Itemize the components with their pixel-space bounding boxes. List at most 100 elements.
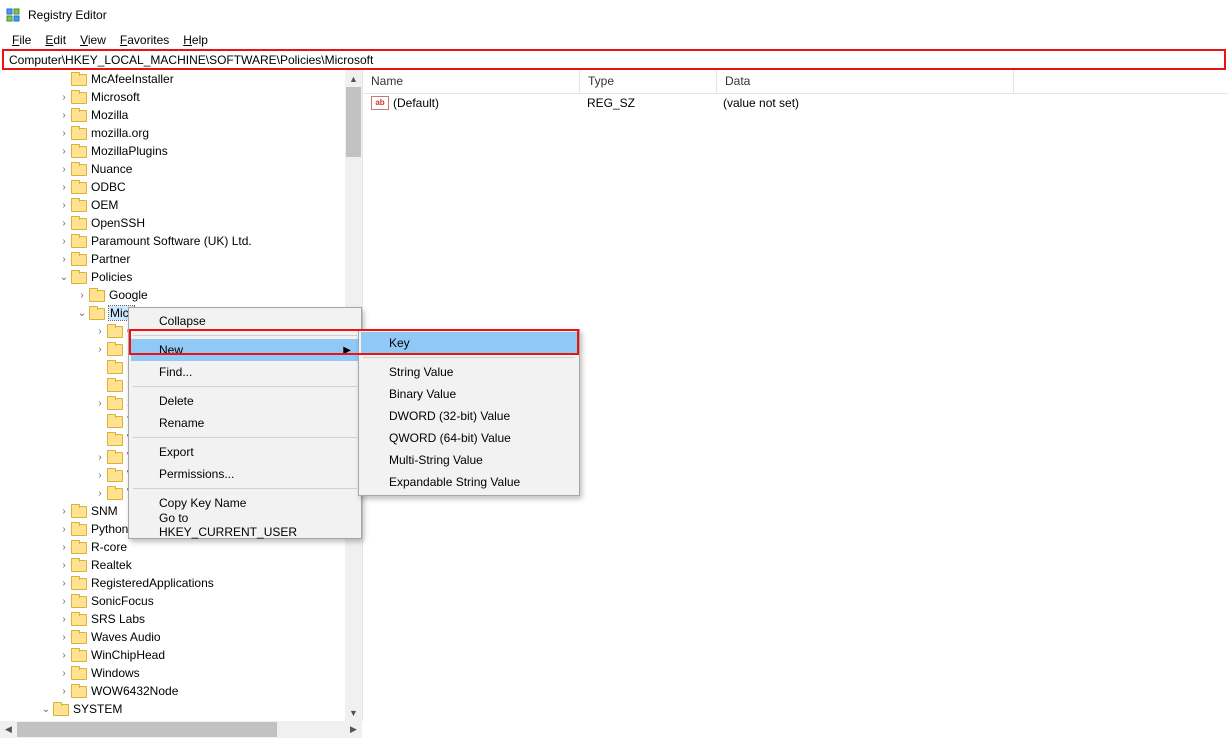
ctx-collapse[interactable]: Collapse xyxy=(131,310,359,332)
regedit-icon xyxy=(6,7,22,23)
menu-file[interactable]: File xyxy=(6,32,37,48)
tree-item-label: WinChipHead xyxy=(91,648,165,662)
chevron-right-icon[interactable]: › xyxy=(57,92,71,103)
ctx-new-dword[interactable]: DWORD (32-bit) Value xyxy=(361,405,577,427)
tree-item[interactable]: ›Partner xyxy=(0,250,345,268)
tree-item[interactable]: ›WOW6432Node xyxy=(0,682,345,700)
tree-item[interactable]: ›SonicFocus xyxy=(0,592,345,610)
column-data[interactable]: Data xyxy=(717,70,1014,93)
folder-icon xyxy=(71,90,87,104)
tree-item[interactable]: › WinChipHead xyxy=(0,646,345,664)
address-input[interactable] xyxy=(7,52,1221,68)
tree-item[interactable]: ›OpenSSH xyxy=(0,214,345,232)
tree-item[interactable]: › Waves Audio xyxy=(0,628,345,646)
chevron-right-icon[interactable]: › xyxy=(93,326,107,337)
tree-hscroll[interactable]: ◀ ▶ xyxy=(0,721,362,738)
scroll-thumb[interactable] xyxy=(346,87,361,157)
chevron-right-icon[interactable]: › xyxy=(57,578,71,589)
ctx-new-qword[interactable]: QWORD (64-bit) Value xyxy=(361,427,577,449)
chevron-right-icon[interactable]: › xyxy=(57,506,71,517)
tree-item[interactable]: ⌄SYSTEM xyxy=(0,700,345,718)
tree-item[interactable]: ›Windows xyxy=(0,664,345,682)
chevron-right-icon[interactable]: › xyxy=(57,632,71,643)
tree-item[interactable]: ›Mozilla xyxy=(0,106,345,124)
ctx-new-key[interactable]: Key xyxy=(361,332,577,354)
menu-edit[interactable]: Edit xyxy=(39,32,72,48)
value-row[interactable]: ab(Default)REG_SZ(value not set) xyxy=(363,93,1228,113)
chevron-right-icon[interactable]: › xyxy=(57,524,71,535)
ctx-new-binary[interactable]: Binary Value xyxy=(361,383,577,405)
ctx-new[interactable]: New▶ xyxy=(131,339,359,361)
chevron-right-icon[interactable]: › xyxy=(57,164,71,175)
tree-item-label: Waves Audio xyxy=(91,630,161,644)
chevron-right-icon[interactable]: › xyxy=(93,470,107,481)
ctx-goto[interactable]: Go to HKEY_CURRENT_USER xyxy=(131,514,359,536)
ctx-find[interactable]: Find... xyxy=(131,361,359,383)
chevron-right-icon[interactable]: › xyxy=(93,344,107,355)
column-type[interactable]: Type xyxy=(580,70,717,93)
chevron-right-icon[interactable]: › xyxy=(93,452,107,463)
tree-item[interactable]: ›OEM xyxy=(0,196,345,214)
tree-item[interactable]: ›RegisteredApplications xyxy=(0,574,345,592)
chevron-down-icon[interactable]: ⌄ xyxy=(75,308,89,319)
folder-icon xyxy=(53,702,69,716)
ctx-new-string[interactable]: String Value xyxy=(361,361,577,383)
tree-item-label: Policies xyxy=(91,270,132,284)
tree-item[interactable]: ›R-core xyxy=(0,538,345,556)
column-name[interactable]: Name xyxy=(363,70,580,93)
ctx-delete[interactable]: Delete xyxy=(131,390,359,412)
chevron-right-icon[interactable]: › xyxy=(57,200,71,211)
chevron-right-icon[interactable]: › xyxy=(57,542,71,553)
chevron-right-icon[interactable]: › xyxy=(57,560,71,571)
ctx-permissions[interactable]: Permissions... xyxy=(131,463,359,485)
menu-help[interactable]: Help xyxy=(177,32,214,48)
tree-item[interactable]: ›SRS Labs xyxy=(0,610,345,628)
ctx-new-expandable[interactable]: Expandable String Value xyxy=(361,471,577,493)
ctx-rename[interactable]: Rename xyxy=(131,412,359,434)
chevron-right-icon[interactable]: › xyxy=(57,668,71,679)
tree-item[interactable]: ⌄ Policies xyxy=(0,268,345,286)
chevron-right-icon[interactable]: › xyxy=(57,650,71,661)
menu-favorites[interactable]: Favorites xyxy=(114,32,175,48)
chevron-right-icon[interactable]: › xyxy=(57,614,71,625)
tree-item[interactable]: › mozilla.org xyxy=(0,124,345,142)
tree-item-label: mozilla.org xyxy=(91,126,149,140)
hscroll-thumb[interactable] xyxy=(17,722,277,737)
tree-item[interactable]: ›ODBC xyxy=(0,178,345,196)
chevron-right-icon[interactable]: › xyxy=(57,254,71,265)
chevron-right-icon[interactable]: › xyxy=(57,596,71,607)
tree-item[interactable]: ›Paramount Software (UK) Ltd. xyxy=(0,232,345,250)
chevron-right-icon[interactable]: › xyxy=(57,146,71,157)
tree-item[interactable]: ›MozillaPlugins xyxy=(0,142,345,160)
scroll-right-icon[interactable]: ▶ xyxy=(345,721,362,738)
scroll-down-icon[interactable]: ▼ xyxy=(345,704,362,721)
tree-item[interactable]: ›Google xyxy=(0,286,345,304)
tree-item[interactable]: ›Microsoft xyxy=(0,88,345,106)
chevron-down-icon[interactable]: ⌄ xyxy=(57,272,71,283)
tree-item[interactable]: ›Nuance xyxy=(0,160,345,178)
folder-icon xyxy=(71,108,87,122)
folder-icon xyxy=(107,396,123,410)
chevron-right-icon[interactable]: › xyxy=(57,182,71,193)
chevron-down-icon[interactable]: ⌄ xyxy=(39,704,53,715)
ctx-export[interactable]: Export xyxy=(131,441,359,463)
folder-icon xyxy=(89,306,105,320)
context-menu: Collapse New▶ Find... Delete Rename Expo… xyxy=(128,307,362,539)
chevron-right-icon[interactable]: › xyxy=(57,236,71,247)
scroll-up-icon[interactable]: ▲ xyxy=(345,70,362,87)
chevron-right-icon[interactable]: › xyxy=(93,398,107,409)
chevron-right-icon[interactable]: › xyxy=(57,686,71,697)
chevron-right-icon[interactable]: › xyxy=(93,488,107,499)
folder-icon xyxy=(71,144,87,158)
menubar: File Edit View Favorites Help xyxy=(0,30,1228,49)
folder-icon xyxy=(71,666,87,680)
scroll-left-icon[interactable]: ◀ xyxy=(0,721,17,738)
chevron-right-icon[interactable]: › xyxy=(75,290,89,301)
chevron-right-icon[interactable]: › xyxy=(57,128,71,139)
chevron-right-icon[interactable]: › xyxy=(57,110,71,121)
tree-item[interactable]: McAfeeInstaller xyxy=(0,70,345,88)
menu-view[interactable]: View xyxy=(74,32,112,48)
tree-item[interactable]: ›Realtek xyxy=(0,556,345,574)
chevron-right-icon[interactable]: › xyxy=(57,218,71,229)
ctx-new-multistring[interactable]: Multi-String Value xyxy=(361,449,577,471)
